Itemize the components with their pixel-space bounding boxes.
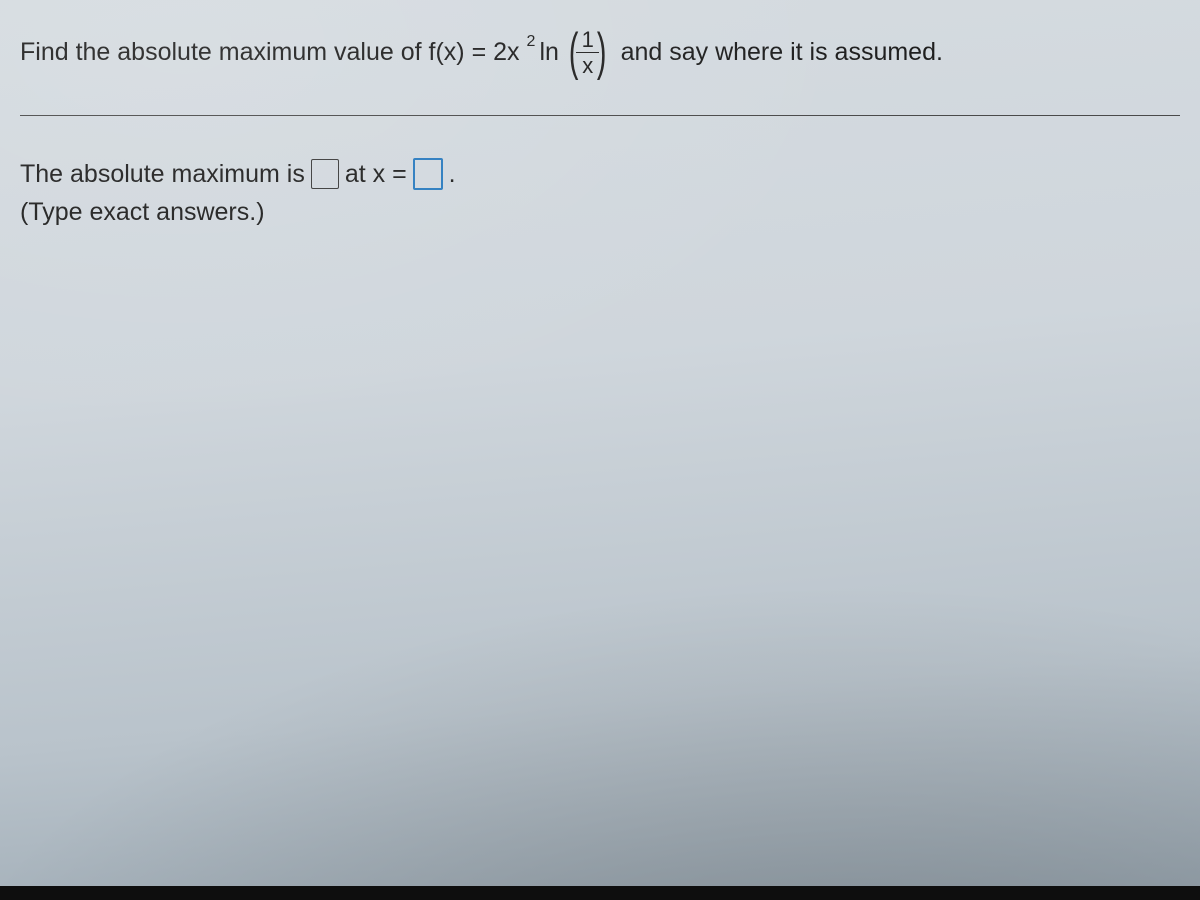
answer-line: The absolute maximum is at x = . bbox=[20, 158, 1180, 190]
fraction-numerator: 1 bbox=[578, 28, 598, 52]
answer-value-input[interactable] bbox=[311, 159, 339, 189]
question-text: Find the absolute maximum value of f(x) … bbox=[20, 28, 1180, 77]
ln-argument: ( 1 x ) bbox=[565, 28, 611, 77]
answer-lead: The absolute maximum is bbox=[20, 160, 305, 189]
exponent: 2 bbox=[527, 32, 536, 53]
left-paren: ( bbox=[569, 32, 579, 74]
section-divider bbox=[20, 115, 1180, 116]
function-expression: 2 ln ( 1 x ) bbox=[526, 28, 615, 77]
fraction-denominator: x bbox=[576, 52, 599, 77]
answer-block: The absolute maximum is at x = . (Type e… bbox=[20, 158, 1180, 227]
question-prefix: Find the absolute maximum value of f(x) … bbox=[20, 36, 520, 69]
answer-hint: (Type exact answers.) bbox=[20, 198, 1180, 227]
fraction: 1 x bbox=[576, 28, 599, 77]
question-suffix: and say where it is assumed. bbox=[621, 36, 943, 69]
answer-mid: at x = bbox=[345, 160, 407, 189]
problem-panel: Find the absolute maximum value of f(x) … bbox=[0, 0, 1200, 247]
ln-text: ln bbox=[539, 36, 558, 69]
right-paren: ) bbox=[597, 32, 607, 74]
question-line: Find the absolute maximum value of f(x) … bbox=[20, 28, 1180, 77]
bottom-bezel bbox=[0, 886, 1200, 900]
answer-period: . bbox=[449, 160, 456, 189]
answer-x-input[interactable] bbox=[413, 158, 443, 190]
